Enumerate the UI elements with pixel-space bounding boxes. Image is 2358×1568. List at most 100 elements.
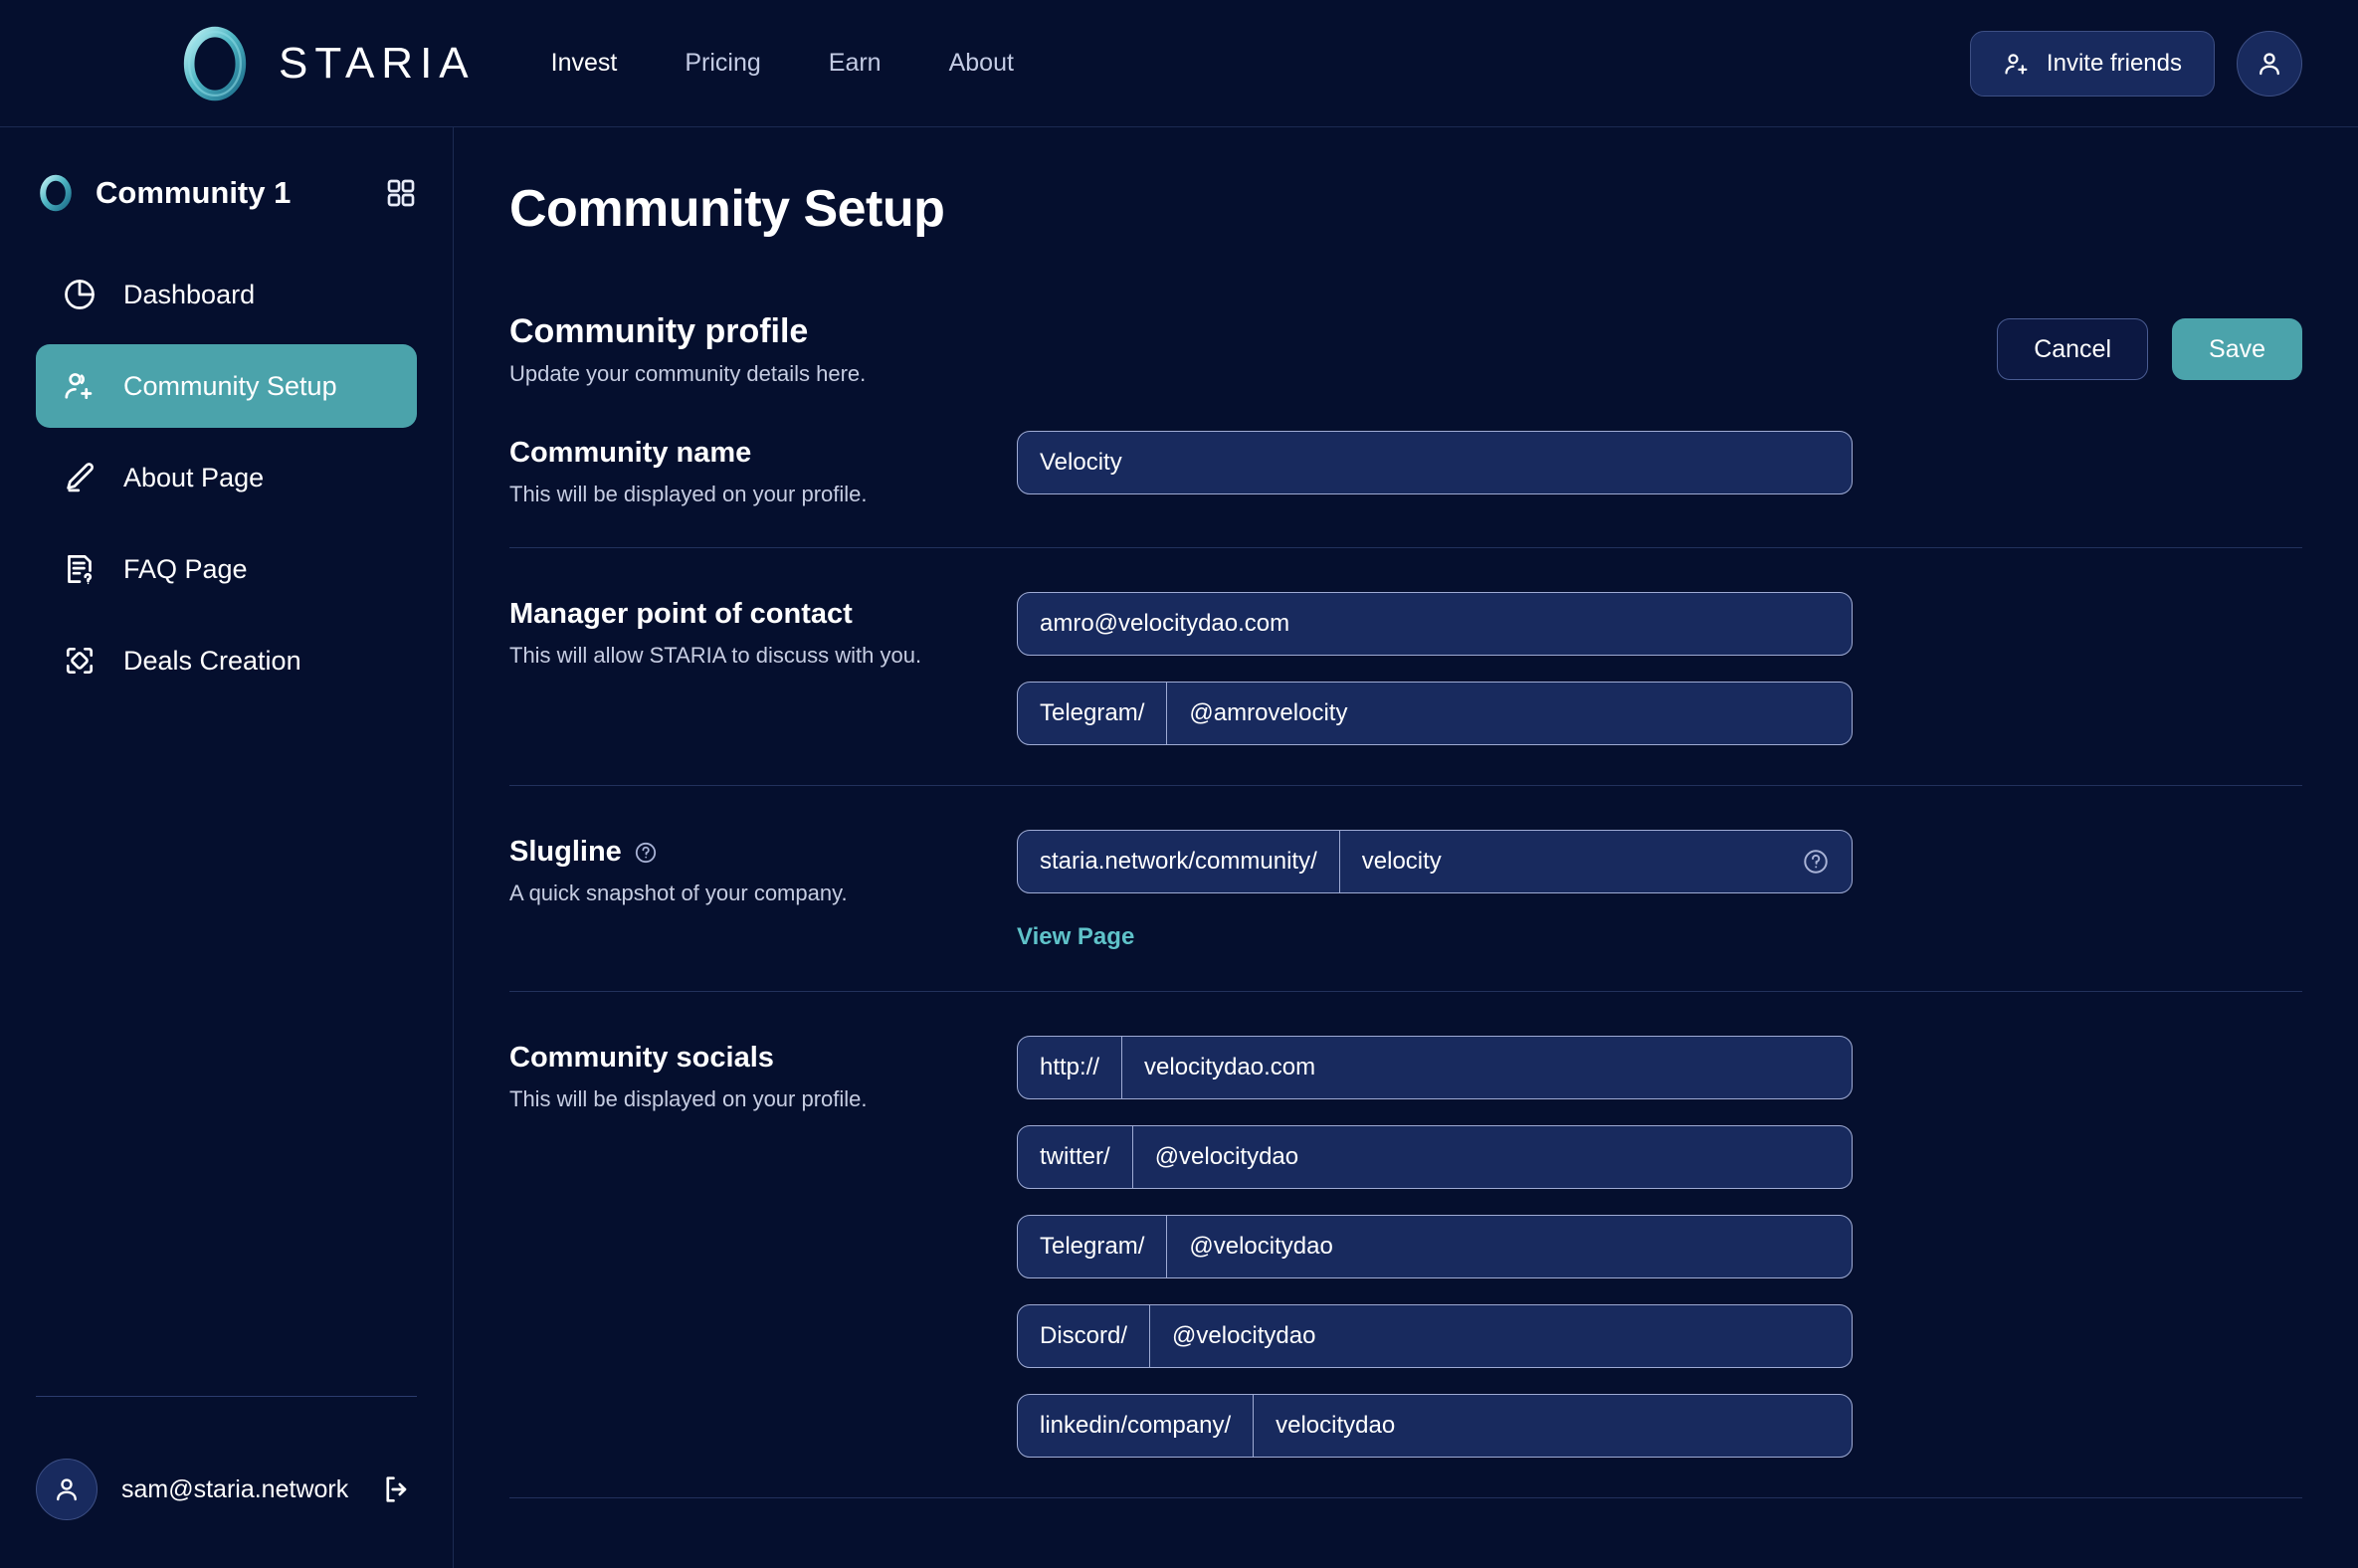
- document-question-icon: [62, 551, 98, 587]
- field-community-socials-labels: Community socials This will be displayed…: [509, 1036, 1017, 1112]
- user-avatar-icon: [2255, 49, 2284, 79]
- field-community-name-label: Community name: [509, 437, 1017, 470]
- app-shell: Community 1 Dashboard: [0, 127, 2358, 1568]
- manager-telegram-input-wrap[interactable]: Telegram/: [1017, 682, 1853, 745]
- sidebar-nav: Dashboard Community Setup About Page: [0, 253, 453, 702]
- sidebar-item-faq-page[interactable]: FAQ Page: [36, 527, 417, 611]
- section-title: Community profile: [509, 312, 866, 351]
- view-page-link[interactable]: View Page: [1017, 923, 1134, 951]
- sidebar-label-faq-page: FAQ Page: [123, 554, 248, 585]
- social-linkedin-prefix: linkedin/company/: [1018, 1395, 1254, 1457]
- cancel-button[interactable]: Cancel: [1997, 318, 2148, 380]
- social-telegram-wrap[interactable]: Telegram/: [1017, 1215, 1853, 1278]
- user-plus-icon: [62, 368, 98, 404]
- staria-ring-logo-icon: [177, 26, 253, 101]
- manager-email-input[interactable]: [1018, 593, 1852, 655]
- social-linkedin-wrap[interactable]: linkedin/company/: [1017, 1394, 1853, 1458]
- social-telegram-input[interactable]: [1167, 1216, 1852, 1277]
- social-discord-prefix: Discord/: [1018, 1305, 1150, 1367]
- user-plus-icon: [2003, 50, 2031, 78]
- nav-link-invest[interactable]: Invest: [543, 43, 626, 84]
- brand-logo[interactable]: STARIA: [177, 26, 476, 101]
- nav-link-pricing[interactable]: Pricing: [677, 43, 768, 84]
- logout-icon[interactable]: [380, 1472, 414, 1506]
- nav-link-about[interactable]: About: [941, 43, 1022, 84]
- sidebar-footer: sam@staria.network: [0, 1396, 453, 1568]
- field-slugline-desc: A quick snapshot of your company.: [509, 881, 1017, 906]
- field-community-socials-inputs: http:// twitter/ Telegram/ Discord/ link…: [1017, 1036, 1853, 1458]
- manager-telegram-prefix: Telegram/: [1018, 683, 1167, 744]
- field-community-name-labels: Community name This will be displayed on…: [509, 431, 1017, 507]
- main-content: Community Setup Community profile Update…: [454, 127, 2358, 1568]
- manager-telegram-input[interactable]: [1167, 683, 1852, 744]
- field-community-socials-desc: This will be displayed on your profile.: [509, 1086, 1017, 1112]
- account-avatar-button[interactable]: [2237, 31, 2302, 97]
- diamond-deal-icon: [62, 643, 98, 679]
- sidebar-footer-divider: [36, 1396, 417, 1397]
- field-slugline-labels: Slugline A quick snapshot of your compan…: [509, 830, 1017, 906]
- community-name-input[interactable]: [1018, 432, 1852, 493]
- sidebar-user-email: sam@staria.network: [121, 1475, 348, 1504]
- field-manager-contact-desc: This will allow STARIA to discuss with y…: [509, 643, 1017, 669]
- slugline-input[interactable]: [1340, 831, 1802, 892]
- social-twitter-input[interactable]: [1133, 1126, 1852, 1188]
- slugline-input-wrap[interactable]: staria.network/community/: [1017, 830, 1853, 893]
- sidebar-label-community-setup: Community Setup: [123, 371, 337, 402]
- field-slugline-inputs: staria.network/community/ View Page: [1017, 830, 1853, 951]
- sidebar: Community 1 Dashboard: [0, 127, 454, 1568]
- social-discord-wrap[interactable]: Discord/: [1017, 1304, 1853, 1368]
- sidebar-label-dashboard: Dashboard: [123, 280, 255, 310]
- sidebar-item-deals-creation[interactable]: Deals Creation: [36, 619, 417, 702]
- divider-after-socials: [509, 1497, 2302, 1498]
- field-manager-contact-labels: Manager point of contact This will allow…: [509, 592, 1017, 669]
- sidebar-item-community-setup[interactable]: Community Setup: [36, 344, 417, 428]
- save-button[interactable]: Save: [2172, 318, 2302, 380]
- field-community-name-desc: This will be displayed on your profile.: [509, 482, 1017, 507]
- slugline-help-button[interactable]: [1802, 831, 1852, 892]
- sidebar-label-about-page: About Page: [123, 463, 264, 493]
- page-title: Community Setup: [509, 179, 2302, 239]
- field-community-name-inputs: [1017, 431, 1853, 494]
- nav-right-actions: Invite friends: [1970, 31, 2302, 97]
- field-manager-contact-label: Manager point of contact: [509, 598, 1017, 631]
- field-slugline-label-row: Slugline: [509, 836, 1017, 869]
- invite-friends-label: Invite friends: [2047, 50, 2182, 78]
- pencil-edit-icon: [62, 460, 98, 495]
- sidebar-item-about-page[interactable]: About Page: [36, 436, 417, 519]
- field-community-name: Community name This will be displayed on…: [509, 387, 2302, 507]
- social-website-input[interactable]: [1122, 1037, 1852, 1098]
- community-logo-icon: [36, 173, 76, 213]
- field-slugline-label: Slugline: [509, 836, 622, 869]
- sidebar-item-dashboard[interactable]: Dashboard: [36, 253, 417, 336]
- section-actions: Cancel Save: [1997, 312, 2302, 380]
- slugline-prefix: staria.network/community/: [1018, 831, 1340, 892]
- section-subtitle: Update your community details here.: [509, 361, 866, 387]
- field-community-socials-label: Community socials: [509, 1042, 1017, 1075]
- primary-nav-links: Invest Pricing Earn About: [543, 43, 1022, 84]
- question-circle-icon: [1802, 848, 1830, 876]
- sidebar-user-row: sam@staria.network: [36, 1459, 417, 1520]
- community-name-input-wrap[interactable]: [1017, 431, 1853, 494]
- social-twitter-wrap[interactable]: twitter/: [1017, 1125, 1853, 1189]
- nav-link-earn[interactable]: Earn: [821, 43, 889, 84]
- question-circle-icon[interactable]: [634, 841, 658, 865]
- field-slugline: Slugline A quick snapshot of your compan…: [509, 786, 2302, 951]
- social-telegram-prefix: Telegram/: [1018, 1216, 1167, 1277]
- sidebar-label-deals-creation: Deals Creation: [123, 646, 301, 677]
- field-manager-contact: Manager point of contact This will allow…: [509, 548, 2302, 745]
- social-discord-input[interactable]: [1150, 1305, 1852, 1367]
- community-title: Community 1: [96, 175, 365, 211]
- social-linkedin-input[interactable]: [1254, 1395, 1852, 1457]
- top-navigation-bar: STARIA Invest Pricing Earn About Invite …: [0, 0, 2358, 127]
- grid-apps-icon[interactable]: [385, 177, 417, 209]
- field-manager-contact-inputs: Telegram/: [1017, 592, 1853, 745]
- social-website-prefix: http://: [1018, 1037, 1122, 1098]
- user-avatar-icon: [52, 1474, 82, 1504]
- sidebar-user-avatar[interactable]: [36, 1459, 98, 1520]
- invite-friends-button[interactable]: Invite friends: [1970, 31, 2215, 97]
- field-community-socials: Community socials This will be displayed…: [509, 992, 2302, 1458]
- social-website-wrap[interactable]: http://: [1017, 1036, 1853, 1099]
- manager-email-input-wrap[interactable]: [1017, 592, 1853, 656]
- pie-chart-icon: [62, 277, 98, 312]
- sidebar-header: Community 1: [0, 127, 453, 213]
